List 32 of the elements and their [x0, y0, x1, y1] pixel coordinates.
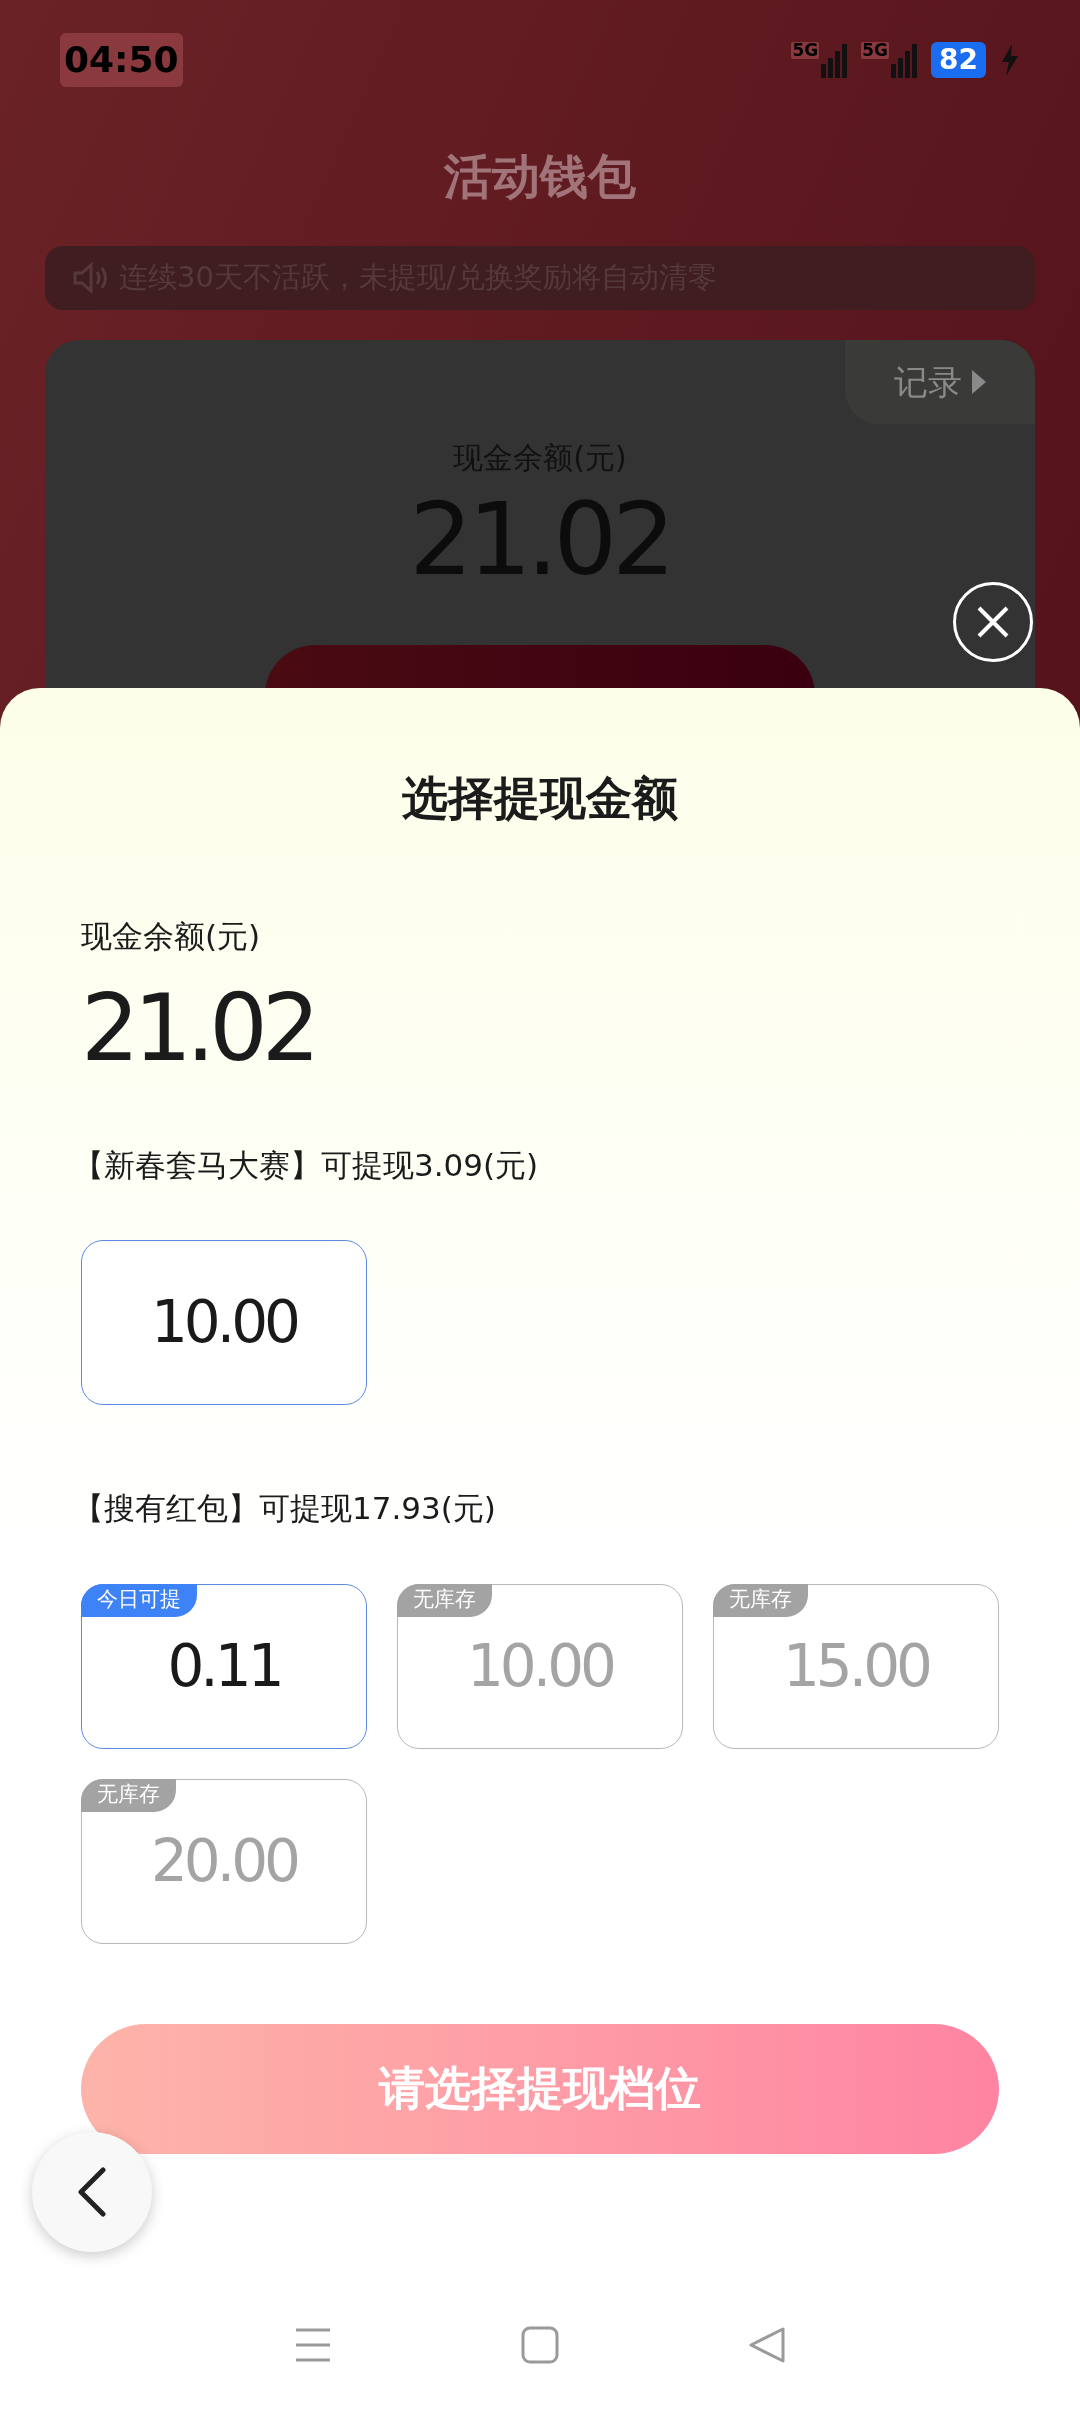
- balance-label: 现金余额(元): [81, 917, 262, 956]
- amount-option[interactable]: 无库存 10.00: [397, 1583, 683, 1749]
- triangle-right-icon: [972, 370, 986, 394]
- amount-tag: 无库存: [397, 1583, 492, 1617]
- close-button[interactable]: [953, 582, 1033, 662]
- status-time: 04:50: [60, 33, 183, 87]
- back-triangle-icon[interactable]: [747, 2326, 786, 2364]
- amount-option[interactable]: 无库存 15.00: [713, 1583, 999, 1749]
- charging-icon: [1000, 44, 1020, 76]
- page-title: 活动钱包: [444, 147, 636, 206]
- amount-value: 10.00: [466, 1630, 613, 1702]
- close-icon: [976, 605, 1010, 639]
- amount-tag: 今日可提: [81, 1583, 197, 1617]
- chevron-left-icon: [77, 2167, 107, 2217]
- submit-button[interactable]: 请选择提现档位: [81, 2023, 999, 2154]
- balance-amount: 21.02: [81, 973, 316, 1084]
- battery-icon: 82: [931, 42, 986, 78]
- amount-value: 0.11: [167, 1630, 281, 1702]
- record-link[interactable]: 记录: [845, 340, 1035, 424]
- home-icon[interactable]: [521, 2326, 559, 2364]
- menu-icon[interactable]: [294, 2326, 333, 2364]
- amount-value: 10.00: [150, 1287, 297, 1358]
- amount-option[interactable]: 无库存 20.00: [81, 1778, 367, 1944]
- group-heading: 【新春套马大赛】可提现3.09(元): [73, 1145, 540, 1185]
- amount-option[interactable]: 10.00: [81, 1240, 367, 1405]
- amount-value: 15.00: [782, 1630, 929, 1702]
- amount-value: 20.00: [150, 1825, 297, 1897]
- amount-tag: 无库存: [81, 1778, 176, 1812]
- sheet-title: 选择提现金额: [402, 770, 678, 827]
- group-heading: 【搜有红包】可提现17.93(元): [73, 1489, 497, 1528]
- amount-tag: 无库存: [713, 1583, 808, 1617]
- amount-option[interactable]: 今日可提 0.11: [81, 1583, 367, 1749]
